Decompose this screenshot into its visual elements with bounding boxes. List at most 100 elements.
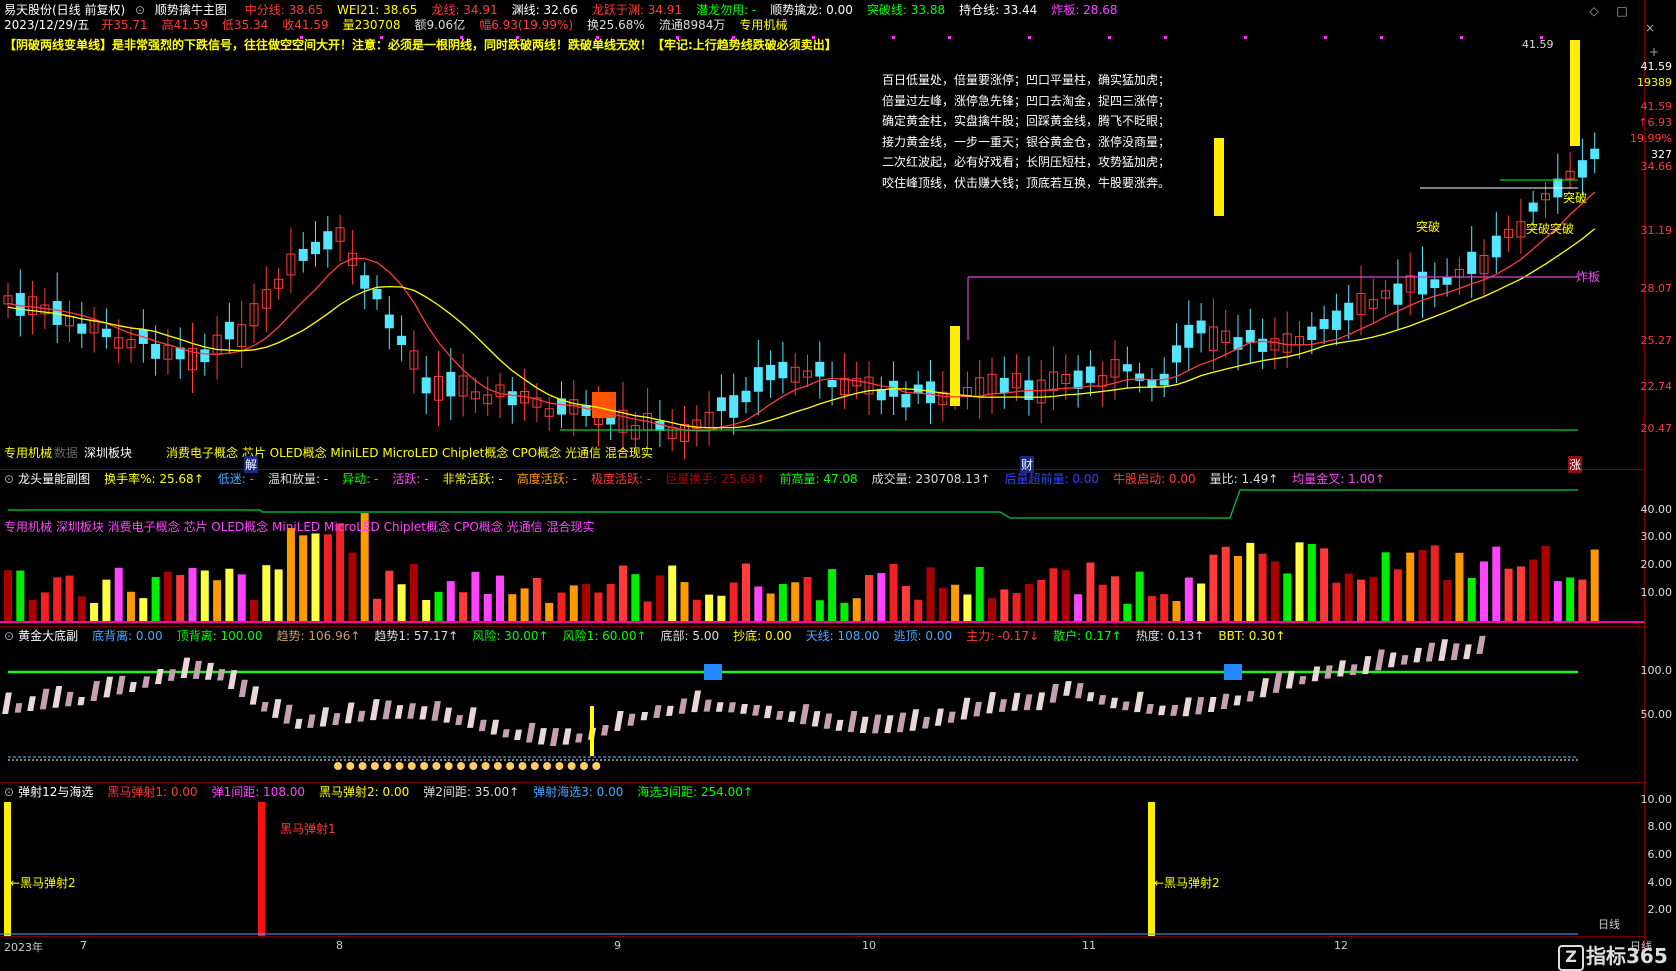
volume-bar	[1246, 542, 1255, 622]
tag-concepts[interactable]: 消费电子概念 芯片 OLED概念 MiniLED MicroLED Chiple…	[166, 444, 653, 461]
volume-bar	[1086, 562, 1095, 622]
vol-item-7: 极度活跃: -	[590, 472, 652, 486]
trend-bar	[549, 728, 560, 747]
marker-zhang[interactable]: 涨	[1568, 456, 1583, 473]
candle-body	[815, 361, 825, 377]
gold-bottom-chart	[2, 635, 1578, 770]
candle-body	[1393, 283, 1403, 305]
trend-bar	[1438, 639, 1449, 661]
shoot-item-3: 弹2间距: 35.00↑	[423, 785, 520, 799]
candle-body	[716, 397, 726, 412]
signal-bar	[1570, 40, 1580, 146]
trend-bar	[192, 660, 202, 679]
top-marker	[704, 664, 722, 680]
trend-bar	[478, 719, 487, 732]
tag-sector[interactable]: 专用机械	[4, 444, 52, 461]
trend-bar	[407, 703, 416, 719]
trend-bar	[871, 714, 882, 734]
main-price-chart	[3, 36, 1600, 460]
candle-body	[151, 343, 161, 359]
signal-dot	[300, 36, 303, 39]
shoot-panel-title[interactable]: 弹射12与海选	[18, 785, 93, 799]
hand-icon	[580, 762, 588, 770]
watermark-icon: Z	[1558, 944, 1584, 971]
trend-bar	[835, 719, 844, 731]
trend-bar	[653, 705, 662, 719]
candle-body	[446, 371, 456, 397]
axis-label: 41.59	[1640, 100, 1673, 113]
vol-collapse-icon[interactable]: ⊙	[4, 472, 14, 486]
gold-collapse-icon[interactable]: ⊙	[4, 629, 14, 643]
candle-body	[311, 241, 320, 255]
candle-body	[1590, 148, 1600, 160]
volume-bar	[1184, 577, 1193, 622]
volume-bar	[250, 599, 258, 622]
trend-bar	[537, 728, 547, 745]
hand-icon	[506, 762, 515, 770]
period-label-side[interactable]: 日线	[1598, 916, 1620, 932]
volume-bar	[434, 591, 443, 622]
trend-bar	[1463, 644, 1472, 660]
candle-body	[298, 248, 308, 261]
trend-bar	[823, 713, 833, 729]
trend-bar	[128, 682, 137, 693]
gold-item-12: 热度: 0.13↑	[1135, 629, 1205, 643]
x-axis-label: 10	[862, 939, 876, 952]
candle-body	[1073, 370, 1083, 389]
volume-bar	[815, 600, 824, 622]
volume-bar	[188, 568, 197, 622]
volume-bar	[1049, 568, 1058, 622]
tag-board[interactable]: 深圳板块	[84, 444, 132, 461]
x-axis-label: 11	[1082, 939, 1096, 952]
hand-icon	[543, 762, 552, 770]
volume-bar	[286, 527, 295, 622]
vol-panel-title[interactable]: 龙头量能副图	[18, 472, 90, 486]
shoot-item-2: 黑马弹射2: 0.00	[319, 785, 410, 799]
hand-icon	[592, 762, 601, 770]
trend-bar	[1158, 705, 1166, 716]
volume-bar	[397, 584, 406, 622]
volume-bar	[988, 598, 996, 622]
volume-bar	[1357, 579, 1365, 622]
signal-dot	[948, 36, 951, 39]
volume-bar	[40, 592, 49, 622]
volume-bar	[1111, 576, 1119, 622]
trend-bar	[1011, 692, 1021, 711]
volume-bar	[619, 565, 627, 622]
volume-bar	[1098, 584, 1107, 622]
trend-bar	[1134, 691, 1144, 713]
axis-label: 19389	[1637, 76, 1672, 89]
volume-bar	[299, 535, 308, 622]
axis-label: 31.19	[1640, 224, 1673, 237]
volume-bar	[446, 581, 455, 622]
volume-bar	[1443, 580, 1452, 622]
trend-bar	[614, 711, 624, 731]
volume-bar	[4, 570, 12, 622]
gold-item-7: 抄底: 0.00	[733, 629, 792, 643]
trend-bar	[775, 710, 784, 720]
trend-bar	[752, 704, 760, 716]
trend-bar	[357, 710, 366, 722]
volume-bar	[901, 585, 910, 622]
signal-dot	[1244, 36, 1247, 39]
trend-bar	[514, 729, 522, 741]
trend-bar	[394, 705, 404, 719]
volume-bar	[1590, 549, 1599, 622]
axis-label: 6.00	[1647, 848, 1673, 861]
plus-icon[interactable]: +	[1646, 44, 1662, 60]
trend-bar	[467, 707, 477, 728]
candle-body	[741, 390, 751, 403]
volume-bar	[1307, 544, 1316, 622]
gold-item-0: 底背离: 0.00	[92, 629, 163, 643]
signal-dot	[1164, 36, 1167, 39]
candle-body	[1528, 202, 1538, 212]
shoot-collapse-icon[interactable]: ⊙	[4, 785, 14, 799]
trend-bar	[627, 713, 636, 726]
volume-bar	[274, 569, 283, 622]
tag-data[interactable]: 数据	[54, 444, 78, 461]
gold-panel-title[interactable]: 黄金大底副	[18, 629, 78, 643]
volume-bar	[865, 574, 873, 622]
trend-bar	[249, 686, 259, 705]
tupo-label-2: 突破	[1416, 220, 1441, 234]
candle-body	[372, 288, 382, 300]
